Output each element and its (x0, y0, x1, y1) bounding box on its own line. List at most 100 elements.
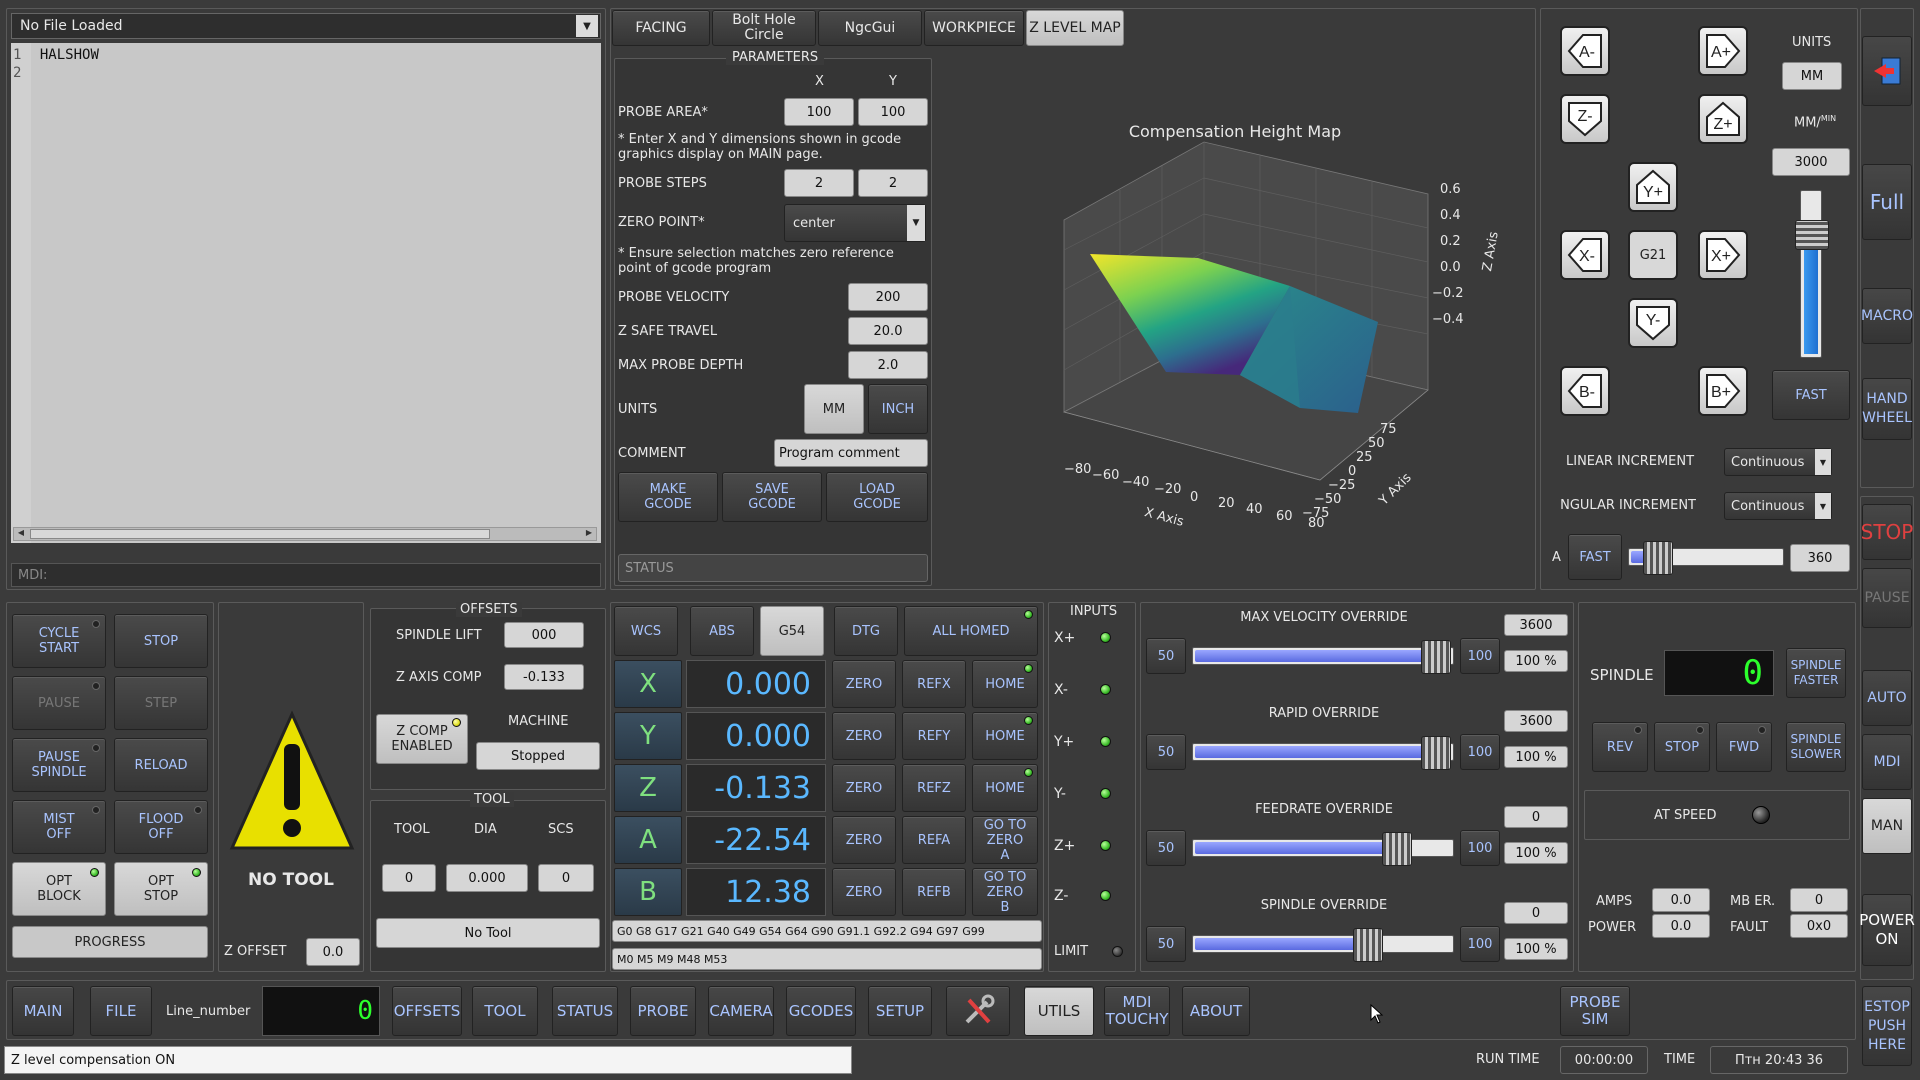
all-homed-button[interactable]: ALL HOMED (904, 606, 1038, 656)
tab-facing[interactable]: FACING (612, 10, 710, 46)
linear-increment-select[interactable]: Continuous ▼ (1724, 448, 1832, 476)
nav-status-button[interactable]: STATUS (552, 986, 618, 1036)
gcode-editor[interactable]: 1 HALSHOW 2 ◀ ▶ (11, 43, 601, 543)
comment-field[interactable]: Program comment (774, 439, 928, 467)
override-min-button[interactable]: 50 (1146, 926, 1186, 962)
power-on-button[interactable]: POWER ON (1859, 894, 1915, 966)
dtg-button[interactable]: DTG (834, 606, 898, 656)
reload-button[interactable]: RELOAD (114, 738, 208, 792)
full-button[interactable]: Full (1862, 164, 1912, 240)
jog-z-plus-button[interactable]: Z+ (1698, 94, 1748, 144)
ref-b-button[interactable]: REFB (902, 868, 966, 916)
chevron-down-icon[interactable]: ▼ (1815, 493, 1831, 519)
horizontal-scrollbar[interactable]: ◀ ▶ (13, 527, 597, 541)
exit-button[interactable] (1862, 36, 1912, 106)
jog-rate-slider[interactable] (1795, 190, 1829, 358)
override-slider[interactable] (1192, 928, 1454, 962)
go-to-zero-b-button[interactable]: GO TO ZERO B (972, 868, 1038, 916)
jog-a-plus-button[interactable]: A+ (1698, 26, 1748, 76)
chevron-down-icon[interactable]: ▼ (907, 205, 925, 241)
tab-workpiece[interactable]: WORKPIECE (924, 10, 1024, 46)
override-slider[interactable] (1192, 736, 1454, 770)
go-to-zero-a-button[interactable]: GO TO ZERO A (972, 816, 1038, 864)
tab-z-level-map[interactable]: Z LEVEL MAP (1026, 10, 1124, 46)
jog-y-minus-button[interactable]: Y- (1628, 298, 1678, 348)
ref-x-button[interactable]: REFX (902, 660, 966, 708)
zero-y-button[interactable]: ZERO (832, 712, 896, 760)
max-probe-depth-field[interactable]: 2.0 (848, 351, 928, 379)
zero-b-button[interactable]: ZERO (832, 868, 896, 916)
angular-jog-value[interactable]: 360 (1790, 544, 1850, 572)
spindle-faster-button[interactable]: SPINDLE FASTER (1786, 648, 1846, 698)
nav-probe-sim-button[interactable]: PROBE SIM (1560, 986, 1630, 1036)
ref-z-button[interactable]: REFZ (902, 764, 966, 812)
man-button[interactable]: MAN (1862, 798, 1912, 854)
jog-rate-handle[interactable] (1795, 219, 1829, 250)
zero-x-button[interactable]: ZERO (832, 660, 896, 708)
abs-button[interactable]: ABS (690, 606, 754, 656)
jog-a-minus-button[interactable]: A- (1560, 26, 1610, 76)
units-inch-button[interactable]: INCH (868, 384, 928, 434)
file-dropdown[interactable]: No File Loaded ▼ (11, 13, 601, 39)
nav-about-button[interactable]: ABOUT (1182, 986, 1250, 1036)
override-max-button[interactable]: 100 (1460, 734, 1500, 770)
nav-main-button[interactable]: MAIN (12, 986, 74, 1036)
scroll-right-icon[interactable]: ▶ (582, 528, 596, 540)
scroll-left-icon[interactable]: ◀ (14, 528, 28, 540)
units-mm-button[interactable]: MM (804, 384, 864, 434)
spindle-lift-field[interactable]: 000 (504, 622, 584, 648)
override-slider-handle[interactable] (1421, 640, 1451, 674)
override-max-button[interactable]: 100 (1460, 638, 1500, 674)
make-gcode-button[interactable]: MAKE GCODE (618, 472, 718, 522)
tab-bolt-hole-circle[interactable]: Bolt Hole Circle (712, 10, 816, 46)
override-slider-handle[interactable] (1421, 736, 1451, 770)
jog-y-plus-button[interactable]: Y+ (1628, 162, 1678, 212)
nav-probe-button[interactable]: PROBE (630, 986, 696, 1036)
nav-utils-button[interactable]: UTILS (1024, 986, 1094, 1036)
estop-button[interactable]: ESTOP PUSH HERE (1862, 986, 1912, 1066)
jog-x-minus-button[interactable]: X- (1560, 230, 1610, 280)
handwheel-button[interactable]: HAND WHEEL (1862, 378, 1912, 440)
jog-b-plus-button[interactable]: B+ (1698, 366, 1748, 416)
angular-jog-handle[interactable] (1643, 541, 1673, 575)
nav-camera-button[interactable]: CAMERA (708, 986, 774, 1036)
nav-tools-icon-button[interactable] (946, 986, 1010, 1036)
probe-steps-y-field[interactable]: 2 (858, 169, 928, 197)
override-slider[interactable] (1192, 832, 1454, 866)
override-slider-handle[interactable] (1352, 928, 1383, 962)
override-slider[interactable] (1192, 640, 1454, 674)
save-gcode-button[interactable]: SAVE GCODE (722, 472, 822, 522)
angular-fast-button[interactable]: FAST (1568, 534, 1622, 580)
jog-fast-button[interactable]: FAST (1772, 370, 1850, 420)
jog-rate-field[interactable]: 3000 (1772, 148, 1850, 176)
override-min-button[interactable]: 50 (1146, 734, 1186, 770)
probe-area-x-field[interactable]: 100 (784, 98, 854, 126)
probe-steps-x-field[interactable]: 2 (784, 169, 854, 197)
jog-z-minus-button[interactable]: Z- (1560, 94, 1610, 144)
stop-button[interactable]: STOP (1861, 504, 1913, 560)
override-max-button[interactable]: 100 (1460, 926, 1500, 962)
nav-tool-button[interactable]: TOOL (472, 986, 538, 1036)
spindle-slower-button[interactable]: SPINDLE SLOWER (1786, 722, 1846, 772)
scrollbar-thumb[interactable] (30, 529, 490, 539)
auto-button[interactable]: AUTO (1862, 670, 1912, 726)
angular-increment-select[interactable]: Continuous ▼ (1724, 492, 1832, 520)
stop-control-button[interactable]: STOP (114, 614, 208, 668)
macro-button[interactable]: MACRO (1861, 288, 1913, 344)
zero-point-select[interactable]: center ▼ (784, 204, 926, 242)
zero-a-button[interactable]: ZERO (832, 816, 896, 864)
mdi-button[interactable]: MDI (1862, 734, 1912, 790)
ref-a-button[interactable]: REFA (902, 816, 966, 864)
override-min-button[interactable]: 50 (1146, 830, 1186, 866)
nav-file-button[interactable]: FILE (90, 986, 152, 1036)
override-slider-handle[interactable] (1382, 832, 1413, 866)
nav-setup-button[interactable]: SETUP (868, 986, 932, 1036)
chevron-down-icon[interactable]: ▼ (1815, 449, 1831, 475)
tab-ngcgui[interactable]: NgcGui (818, 10, 922, 46)
jog-g21-button[interactable]: G21 (1628, 230, 1678, 280)
chevron-down-icon[interactable]: ▼ (576, 15, 598, 37)
zero-z-button[interactable]: ZERO (832, 764, 896, 812)
ref-y-button[interactable]: REFY (902, 712, 966, 760)
mdi-input[interactable]: MDI: (11, 563, 601, 587)
nav-offsets-button[interactable]: OFFSETS (392, 986, 462, 1036)
